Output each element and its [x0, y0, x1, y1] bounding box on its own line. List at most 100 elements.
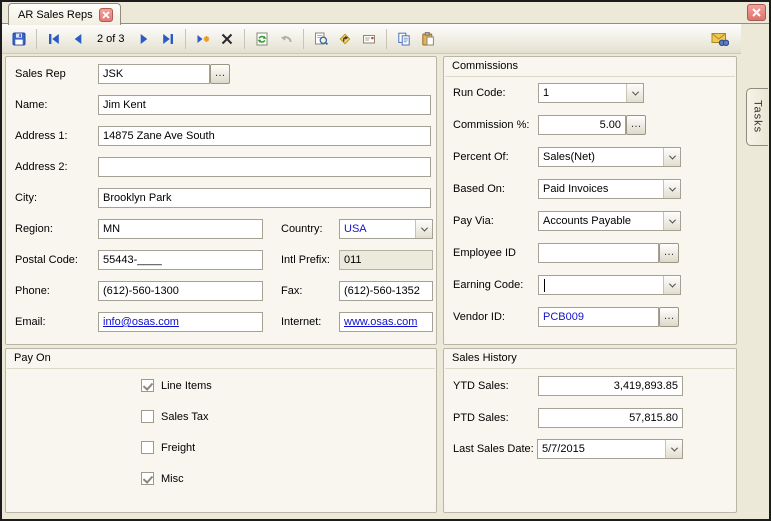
undo-button[interactable]: [275, 28, 297, 50]
region-input[interactable]: [98, 219, 263, 239]
checkbox-label: Sales Tax: [161, 411, 209, 423]
checkbox-icon[interactable]: [141, 441, 154, 454]
run-code-combobox[interactable]: 1: [538, 83, 644, 103]
commission-pct-input[interactable]: [538, 115, 626, 135]
delete-record-button[interactable]: [216, 28, 238, 50]
email-link[interactable]: info@osas.com: [103, 316, 179, 328]
country-combobox[interactable]: USA: [339, 219, 433, 239]
ytd-sales-input[interactable]: [538, 376, 683, 396]
general-info-panel: Sales Rep … Name: Address 1: Address 2: …: [5, 56, 437, 345]
next-record-button[interactable]: [133, 28, 155, 50]
ytd-sales-label: YTD Sales:: [453, 376, 509, 396]
memo-button[interactable]: [358, 28, 380, 50]
region-label: Region:: [15, 219, 53, 239]
name-input[interactable]: [98, 95, 431, 115]
ptd-sales-input[interactable]: [538, 408, 683, 428]
pay-via-combobox[interactable]: Accounts Payable: [538, 211, 681, 231]
previous-record-button[interactable]: [67, 28, 89, 50]
postal-code-input[interactable]: [98, 250, 263, 270]
city-input[interactable]: [98, 188, 431, 208]
address2-input[interactable]: [98, 157, 431, 177]
employee-id-input[interactable]: [538, 243, 659, 263]
close-icon: [102, 11, 110, 19]
checkbox-label: Line Items: [161, 380, 212, 392]
address1-input[interactable]: [98, 126, 431, 146]
new-record-icon: [195, 31, 211, 47]
checkbox-icon[interactable]: [141, 379, 154, 392]
pay-on-sales-tax-option[interactable]: Sales Tax: [141, 410, 209, 423]
address1-label: Address 1:: [15, 126, 68, 146]
email-label: Email:: [15, 312, 46, 332]
last-sales-date-label: Last Sales Date:: [453, 439, 534, 459]
pay-on-freight-option[interactable]: Freight: [141, 441, 195, 454]
fax-input[interactable]: [339, 281, 433, 301]
last-sales-date-picker[interactable]: 5/7/2015: [537, 439, 683, 459]
checkbox-label: Misc: [161, 473, 184, 485]
copy-button[interactable]: [393, 28, 415, 50]
sales-rep-input[interactable]: [98, 64, 210, 84]
close-icon: [752, 8, 761, 17]
based-on-combobox[interactable]: Paid Invoices: [538, 179, 681, 199]
based-on-value: Paid Invoices: [539, 180, 663, 198]
tasks-tab[interactable]: Tasks: [746, 88, 768, 146]
chevron-down-icon[interactable]: [665, 440, 682, 458]
copy-icon: [396, 31, 412, 47]
chevron-down-icon[interactable]: [663, 148, 680, 166]
checkbox-icon[interactable]: [141, 472, 154, 485]
pay-on-misc-option[interactable]: Misc: [141, 472, 184, 485]
sales-rep-browse-button[interactable]: …: [210, 64, 230, 84]
commission-pct-browse-button[interactable]: …: [626, 115, 646, 135]
percent-of-value: Sales(Net): [539, 148, 663, 166]
employee-id-label: Employee ID: [453, 243, 516, 263]
first-record-button[interactable]: [43, 28, 65, 50]
checkbox-icon[interactable]: [141, 410, 154, 423]
internet-field[interactable]: www.osas.com: [339, 312, 433, 332]
undo-icon: [278, 31, 294, 47]
paste-button[interactable]: [417, 28, 439, 50]
internet-link[interactable]: www.osas.com: [344, 316, 417, 328]
mail-search-icon: [711, 31, 729, 47]
address2-label: Address 2:: [15, 157, 68, 177]
earning-code-combobox[interactable]: [538, 275, 681, 295]
chevron-down-icon[interactable]: [663, 276, 680, 294]
tab-close-button[interactable]: [99, 8, 113, 22]
checkbox-label: Freight: [161, 442, 195, 454]
name-label: Name:: [15, 95, 47, 115]
record-toolbar: 2 of 3: [2, 24, 741, 54]
delete-icon: [219, 31, 235, 47]
panel-rule: [445, 76, 735, 77]
phone-input[interactable]: [98, 281, 263, 301]
save-button[interactable]: [8, 28, 30, 50]
vendor-id-input[interactable]: [538, 307, 659, 327]
first-record-icon: [46, 31, 62, 47]
ellipsis-icon: …: [215, 67, 226, 79]
paste-icon: [420, 31, 436, 47]
email-field[interactable]: info@osas.com: [98, 312, 263, 332]
refresh-button[interactable]: [251, 28, 273, 50]
tab-ar-sales-reps[interactable]: AR Sales Reps: [8, 3, 121, 25]
last-sales-date-value: 5/7/2015: [538, 440, 665, 458]
record-position: 2 of 3: [91, 33, 131, 45]
commissions-title: Commissions: [452, 60, 518, 72]
run-code-value: 1: [539, 84, 626, 102]
employee-id-browse-button[interactable]: …: [659, 243, 679, 263]
sales-history-title: Sales History: [452, 352, 517, 364]
run-code-label: Run Code:: [453, 83, 506, 103]
print-preview-button[interactable]: [310, 28, 332, 50]
vendor-id-label: Vendor ID:: [453, 307, 505, 327]
navigate-button[interactable]: [334, 28, 356, 50]
percent-of-label: Percent Of:: [453, 147, 509, 167]
pay-on-line-items-option[interactable]: Line Items: [141, 379, 212, 392]
new-record-button[interactable]: [192, 28, 214, 50]
chevron-down-icon[interactable]: [415, 220, 432, 238]
mail-search-button[interactable]: [709, 28, 731, 50]
panel-rule: [7, 368, 435, 369]
last-record-button[interactable]: [157, 28, 179, 50]
chevron-down-icon[interactable]: [663, 212, 680, 230]
vendor-id-browse-button[interactable]: …: [659, 307, 679, 327]
intl-prefix-input: [339, 250, 433, 270]
chevron-down-icon[interactable]: [663, 180, 680, 198]
chevron-down-icon[interactable]: [626, 84, 643, 102]
window-close-button[interactable]: [747, 4, 766, 21]
percent-of-combobox[interactable]: Sales(Net): [538, 147, 681, 167]
